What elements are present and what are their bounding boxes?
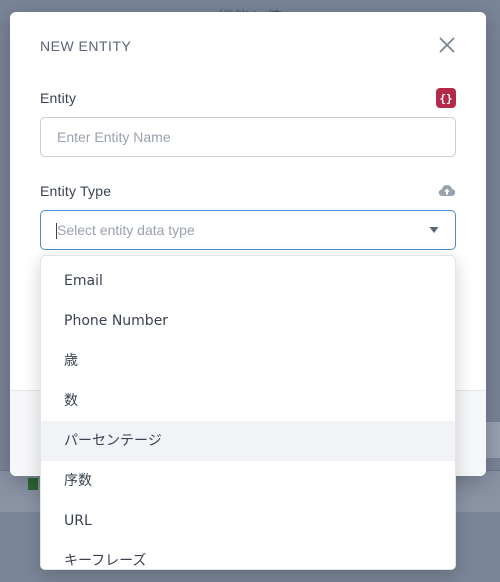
dropdown-option-age[interactable]: 歳 [41,341,455,381]
entity-type-dropdown[interactable]: Email Phone Number 歳 数 パーセンテージ 序数 URL キー… [40,255,456,570]
entity-type-label: Entity Type [40,183,112,199]
dropdown-option-email[interactable]: Email [41,261,455,301]
dropdown-option-ordinal[interactable]: 序数 [41,461,455,501]
cloud-upload-button[interactable] [438,183,456,199]
entity-type-placeholder-text: Select entity data type [57,222,195,238]
close-button[interactable] [436,34,458,56]
modal-title: NEW ENTITY [40,38,132,54]
json-braces-icon: {} [439,91,453,105]
dropdown-option-url[interactable]: URL [41,501,455,541]
background-status-marker [28,478,38,490]
dropdown-option-phone-number[interactable]: Phone Number [41,301,455,341]
dropdown-option-percentage[interactable]: パーセンテージ [41,421,455,461]
entity-name-input[interactable] [40,117,456,157]
text-cursor [56,223,57,239]
cloud-upload-icon [438,185,456,196]
close-icon [439,37,455,53]
json-badge-button[interactable]: {} [436,88,456,108]
dropdown-option-keyphrase[interactable]: キーフレーズ [41,541,455,569]
entity-label: Entity [40,90,77,106]
dropdown-option-number[interactable]: 数 [41,381,455,421]
chevron-down-icon [429,227,439,233]
entity-type-placeholder: Select entity data type [56,222,429,239]
entity-type-select[interactable]: Select entity data type [40,210,456,250]
